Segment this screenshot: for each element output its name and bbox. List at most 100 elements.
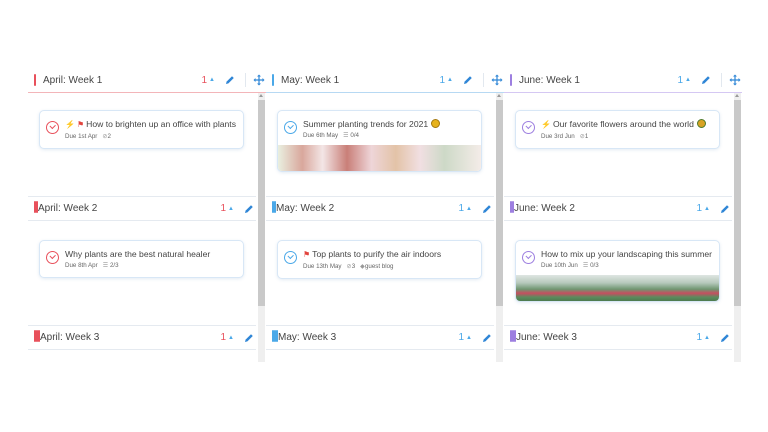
section-count: 1 [439,74,446,86]
collapse-caret-icon[interactable]: ▲ [228,335,234,341]
flag-icon: ⚑ [76,120,85,129]
task-title: Our favorite flowers around the world [552,119,694,129]
edit-icon[interactable] [480,331,494,345]
collapse-caret-icon[interactable]: ▲ [704,335,710,341]
section-title: April: Week 2 [38,203,98,214]
section-title: May: Week 1 [281,74,340,86]
task-card[interactable]: ⚡ ⚑ How to brighten up an office with plan… [39,110,244,149]
edit-icon[interactable] [718,202,732,216]
sunflower-emoji-icon [431,119,441,128]
section-header-june-week-2: June: Week 2 1 ▲ [504,196,732,221]
task-card[interactable]: ⚡ Our favorite flowers around the world D… [515,110,720,149]
section-april-week-2: April: Week 2 1 ▲ [28,196,256,221]
task-card[interactable]: Summer planting trends for 2021 Due 6th … [277,110,482,172]
checklist-count: ☰ 0/3 [582,262,599,269]
task-title: How to mix up your landscaping this summ… [541,249,712,259]
edit-icon[interactable] [242,202,256,216]
due-date: Due 8th Apr [65,262,98,269]
scroll-up-icon[interactable] [259,94,263,97]
collapse-caret-icon[interactable]: ▲ [209,77,215,83]
attachments-count: ⊘3 [346,263,356,270]
complete-toggle-icon[interactable] [46,251,59,264]
task-card[interactable]: Why plants are the best natural healer D… [39,240,244,278]
priority-marker [34,74,36,86]
section-count: 1 [220,332,227,343]
complete-toggle-icon[interactable] [522,251,535,264]
complete-toggle-icon[interactable] [284,251,297,264]
column-scroll-area[interactable]: ⚡ ⚑ How to brighten up an office with plan… [28,93,266,362]
section-june-week-3: June: Week 3 1 ▲ [504,325,732,350]
scroll-up-icon[interactable] [735,94,739,97]
move-arrows-icon[interactable] [490,73,504,87]
task-card[interactable]: ⚑ Top plants to purify the air indoors Du… [277,240,482,279]
column-june: June: Week 1 1 ▲ ⚡ Our favorite flowers a… [504,68,742,362]
section-april-week-3: April: Week 3 1 ▲ [28,325,256,350]
section-may-week-3: May: Week 3 1 ▲ [266,325,494,350]
tag-label: ◆guest blog [360,263,394,270]
section-title: June: Week 1 [519,74,580,86]
column-scroll-area[interactable]: Summer planting trends for 2021 Due 6th … [266,93,504,362]
section-count: 1 [696,203,703,214]
scrollbar-thumb[interactable] [258,100,265,306]
section-count: 1 [458,203,465,214]
vertical-scrollbar[interactable] [734,93,741,362]
section-header-may-week-1: May: Week 1 1 ▲ [266,68,504,93]
column-scroll-area[interactable]: ⚡ Our favorite flowers around the world D… [504,93,742,362]
collapse-caret-icon[interactable]: ▲ [704,206,710,212]
section-header-april-week-3: April: Week 3 1 ▲ [28,325,256,350]
collapse-caret-icon[interactable]: ▲ [228,206,234,212]
card-cover-image [516,275,719,301]
collapse-caret-icon[interactable]: ▲ [685,77,691,83]
edit-icon[interactable] [242,331,256,345]
due-date: Due 13th May [303,263,342,270]
move-arrows-icon[interactable] [728,73,742,87]
section-may-week-2: May: Week 2 1 ▲ [266,196,494,221]
edit-icon[interactable] [223,73,237,87]
section-title: May: Week 2 [276,203,335,214]
due-date: Due 3rd Jun [541,133,575,140]
lightning-icon: ⚡ [541,120,551,129]
complete-toggle-icon[interactable] [522,121,535,134]
checklist-count: ☰ 0/4 [343,132,359,139]
task-title: Why plants are the best natural healer [65,249,211,259]
section-title: April: Week 1 [43,74,103,86]
checklist-icon: ☰ [102,262,109,269]
edit-icon[interactable] [461,73,475,87]
move-arrows-icon[interactable] [252,73,266,87]
column-april: April: Week 1 1 ▲ ⚡ ⚑ How to brighten up a… [28,68,266,362]
section-title: June: Week 3 [516,332,577,343]
section-header-june-week-1: June: Week 1 1 ▲ [504,68,742,93]
vertical-scrollbar[interactable] [258,93,265,362]
vertical-scrollbar[interactable] [496,93,503,362]
due-date: Due 6th May [303,132,339,139]
section-header-may-week-2: May: Week 2 1 ▲ [266,196,494,221]
attachments-count: ⊘1 [579,133,589,140]
scroll-up-icon[interactable] [497,94,501,97]
priority-marker [272,74,274,86]
lightning-icon: ⚡ [65,120,75,129]
due-date: Due 10th Jun [541,262,578,269]
section-count: 1 [458,332,465,343]
edit-icon[interactable] [480,202,494,216]
section-count: 1 [220,203,227,214]
card-cover-image [278,145,481,171]
complete-toggle-icon[interactable] [284,121,297,134]
section-header-june-week-3: June: Week 3 1 ▲ [504,325,732,350]
edit-icon[interactable] [699,73,713,87]
priority-marker [510,74,512,86]
task-card[interactable]: How to mix up your landscaping this summ… [515,240,720,302]
section-count: 1 [677,74,684,86]
scrollbar-thumb[interactable] [734,100,741,306]
divider [483,73,484,87]
task-title: Summer planting trends for 2021 [303,119,429,129]
complete-toggle-icon[interactable] [46,121,59,134]
task-title: Top plants to purify the air indoors [312,249,442,259]
planner-board: April: Week 1 1 ▲ ⚡ ⚑ How to brighten up a… [28,68,742,362]
edit-icon[interactable] [718,331,732,345]
collapse-caret-icon[interactable]: ▲ [466,206,472,212]
collapse-caret-icon[interactable]: ▲ [447,77,453,83]
section-header-may-week-3: May: Week 3 1 ▲ [266,325,494,350]
section-june-week-2: June: Week 2 1 ▲ [504,196,732,221]
scrollbar-thumb[interactable] [496,100,503,306]
collapse-caret-icon[interactable]: ▲ [466,335,472,341]
